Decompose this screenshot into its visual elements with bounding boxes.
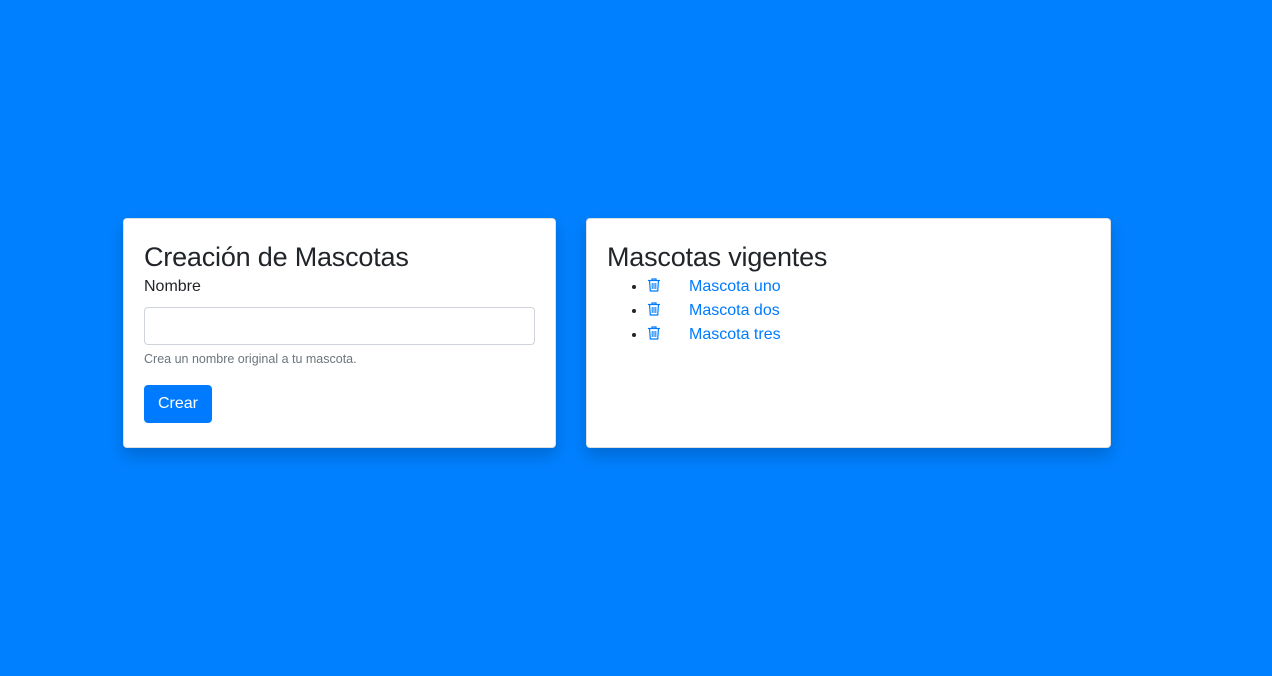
active-pets-card: Mascotas vigentes Mascota uno Ma [586, 218, 1111, 448]
trash-icon[interactable] [647, 325, 661, 341]
create-button[interactable]: Crear [144, 385, 213, 423]
name-label: Nombre [144, 278, 201, 295]
trash-icon[interactable] [647, 301, 661, 317]
active-pets-title: Mascotas vigentes [607, 242, 828, 272]
pet-list: Mascota uno Mascota dos Mascot [607, 275, 1090, 347]
pet-link[interactable]: Mascota tres [689, 323, 781, 347]
pet-name-input[interactable] [144, 307, 535, 345]
pet-link[interactable]: Mascota dos [689, 299, 780, 323]
list-item: Mascota uno [647, 275, 1090, 299]
pet-link[interactable]: Mascota uno [689, 275, 781, 299]
trash-icon[interactable] [647, 277, 661, 293]
create-pet-title: Creación de Mascotas [144, 242, 409, 272]
create-pet-card: Creación de Mascotas Nombre Crea un nomb… [123, 218, 556, 448]
name-help-text: Crea un nombre original a tu mascota. [144, 352, 357, 366]
list-item: Mascota dos [647, 299, 1090, 323]
list-item: Mascota tres [647, 323, 1090, 347]
